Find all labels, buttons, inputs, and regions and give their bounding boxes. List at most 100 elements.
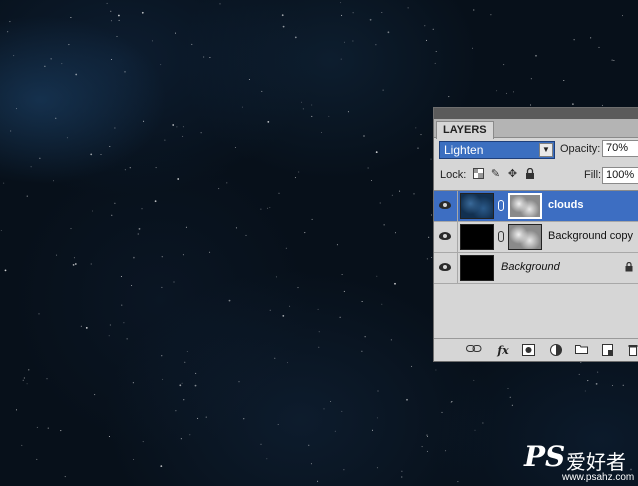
star <box>118 14 120 17</box>
star <box>352 12 354 14</box>
star <box>399 190 401 192</box>
star <box>110 10 112 12</box>
star <box>36 458 38 460</box>
star <box>435 51 437 52</box>
star <box>381 303 383 305</box>
star <box>100 154 102 155</box>
star <box>21 444 23 446</box>
star <box>590 37 592 39</box>
star <box>304 232 306 234</box>
star <box>535 54 537 57</box>
layer-thumbnail[interactable] <box>460 255 494 281</box>
star <box>375 44 377 46</box>
star <box>28 369 30 371</box>
star <box>90 263 92 265</box>
star <box>109 324 111 326</box>
visibility-toggle[interactable] <box>434 191 458 221</box>
layer-name[interactable]: Background copy <box>548 230 633 242</box>
star <box>176 126 178 128</box>
add-mask-icon[interactable] <box>522 344 535 357</box>
watermark-chinese: 爱好者 <box>566 450 626 474</box>
star <box>55 117 57 119</box>
visibility-toggle[interactable] <box>434 222 458 252</box>
layer-list: clouds Background copy Background <box>434 190 638 339</box>
star <box>245 234 247 236</box>
star <box>278 192 280 194</box>
link-chain-icon[interactable] <box>498 231 504 242</box>
star <box>347 111 349 113</box>
fill-input[interactable]: 100% <box>602 167 638 184</box>
star <box>308 444 310 446</box>
star <box>372 429 373 431</box>
visibility-toggle[interactable] <box>434 253 458 283</box>
layer-mask-thumbnail[interactable] <box>508 193 542 219</box>
star <box>109 146 111 147</box>
lock-position-icon[interactable]: ✥ <box>506 168 519 181</box>
star <box>243 418 245 420</box>
layer-thumbnail[interactable] <box>460 224 494 250</box>
star <box>266 458 268 460</box>
star <box>13 55 15 57</box>
star <box>133 256 135 259</box>
link-layers-icon[interactable] <box>466 344 482 357</box>
star <box>473 9 475 11</box>
layer-name[interactable]: clouds <box>548 199 583 211</box>
star <box>390 339 392 341</box>
layer-row-background[interactable]: Background <box>434 253 638 284</box>
new-group-icon[interactable] <box>575 344 588 357</box>
lock-image-pixels-icon[interactable]: ✎ <box>489 168 502 181</box>
star <box>141 208 143 210</box>
star <box>472 47 473 49</box>
star <box>530 78 532 80</box>
layer-row-background-copy[interactable]: Background copy <box>434 222 638 253</box>
panel-title-bar[interactable] <box>434 108 638 119</box>
link-chain-icon[interactable] <box>498 200 504 211</box>
star <box>200 132 202 134</box>
eye-icon[interactable] <box>439 263 451 271</box>
blend-mode-select[interactable]: Lighten ▼ <box>439 141 555 159</box>
star <box>261 90 263 92</box>
star <box>294 177 296 179</box>
star <box>26 195 28 197</box>
trash-icon[interactable] <box>628 344 638 357</box>
opacity-input[interactable]: 70% <box>602 140 638 157</box>
star <box>611 385 613 386</box>
star <box>530 104 531 106</box>
star <box>301 101 302 103</box>
star <box>23 377 25 379</box>
star <box>205 416 207 418</box>
adjustment-layer-icon[interactable] <box>549 344 562 357</box>
layer-row-clouds[interactable]: clouds <box>434 191 638 222</box>
new-layer-icon[interactable] <box>602 344 613 357</box>
star <box>407 7 409 9</box>
panel-tab-strip: LAYERS <box>434 119 638 139</box>
eye-icon[interactable] <box>439 201 451 209</box>
star <box>369 18 372 21</box>
star <box>426 39 427 41</box>
star <box>330 401 332 402</box>
lock-label: Lock: <box>440 169 467 181</box>
star <box>235 227 237 229</box>
lock-transparent-pixels-icon[interactable] <box>472 168 485 181</box>
star <box>363 135 365 137</box>
layer-mask-thumbnail[interactable] <box>508 224 542 250</box>
star <box>129 167 131 169</box>
star <box>289 305 291 307</box>
star <box>496 90 498 92</box>
star <box>172 124 175 126</box>
star <box>195 372 197 374</box>
eye-icon[interactable] <box>439 232 451 240</box>
chevron-down-icon[interactable]: ▼ <box>539 143 553 157</box>
star <box>121 304 123 306</box>
layer-name[interactable]: Background <box>501 261 560 273</box>
tab-layers[interactable]: LAYERS <box>436 121 494 139</box>
layer-thumbnail[interactable] <box>460 193 494 219</box>
lock-all-icon[interactable] <box>523 167 536 181</box>
opacity-label: Opacity: <box>560 143 601 155</box>
star <box>269 309 271 311</box>
star <box>507 388 509 389</box>
star <box>132 382 134 384</box>
star <box>340 58 342 60</box>
fx-icon[interactable]: fx <box>494 344 512 357</box>
star <box>203 56 205 58</box>
